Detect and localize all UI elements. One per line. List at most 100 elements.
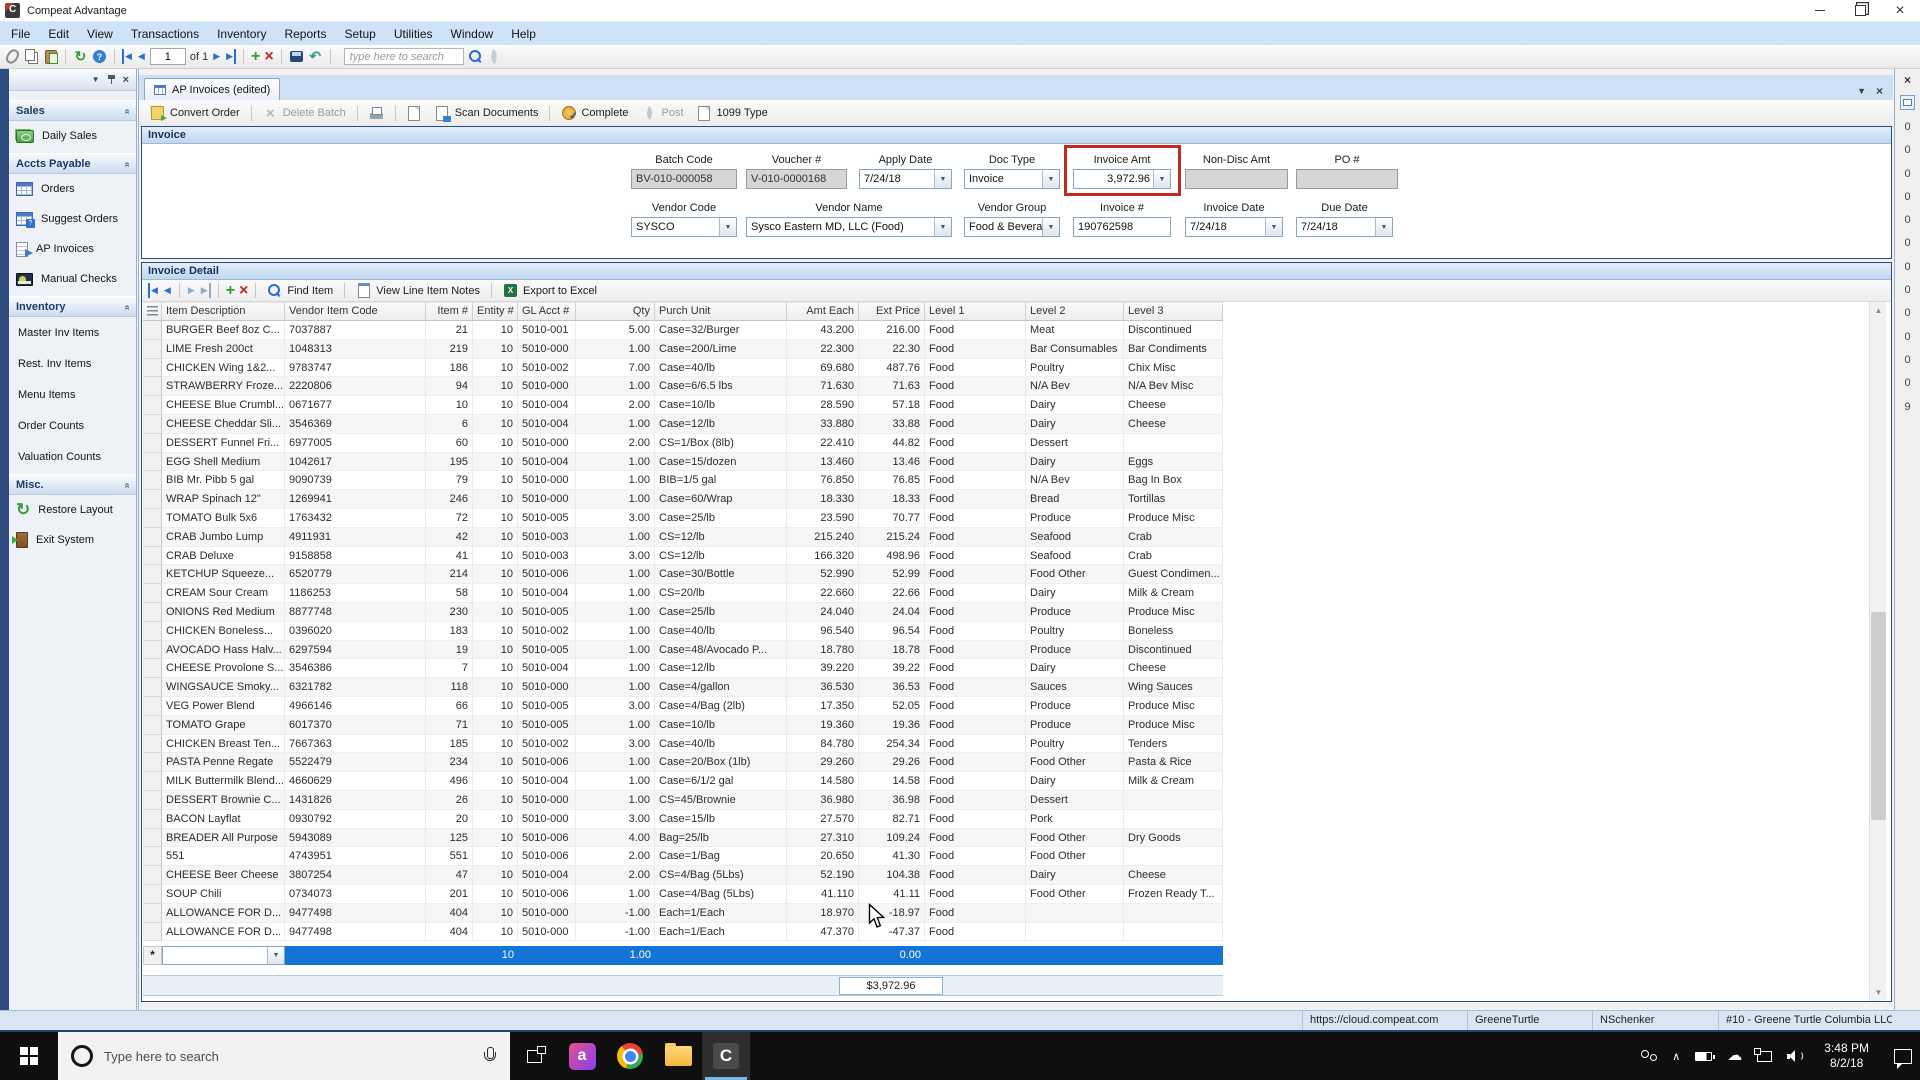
add-record-icon[interactable]: + bbox=[251, 48, 260, 64]
table-row[interactable]: 551 4743951 551 10 5010-006 2.00 Case=1/Bag 20.… bbox=[143, 847, 1223, 867]
battery-icon[interactable] bbox=[1695, 1051, 1715, 1061]
row-selector[interactable] bbox=[143, 772, 162, 791]
first-record-button[interactable]: ◀ bbox=[122, 49, 133, 64]
tab-ap-invoices[interactable]: AP Invoices (edited) bbox=[144, 78, 281, 100]
row-selector[interactable] bbox=[143, 790, 162, 810]
column-header-item[interactable]: Item # bbox=[426, 302, 473, 321]
collapse-chevron-icon[interactable]: « bbox=[122, 109, 133, 113]
row-selector[interactable] bbox=[143, 922, 162, 942]
row-selector[interactable] bbox=[143, 903, 162, 923]
sidebar-item-valuation-counts[interactable]: Valuation Counts bbox=[9, 441, 136, 472]
table-row[interactable]: CHEESE Provolone S... 3546386 7 10 5010-004 1… bbox=[143, 659, 1223, 679]
chevron-down-icon[interactable]: ▼ bbox=[1265, 218, 1282, 236]
table-row[interactable]: ONIONS Red Medium 8877748 230 10 5010-005 1.0… bbox=[143, 602, 1223, 622]
restore-button[interactable] bbox=[1840, 0, 1880, 21]
column-header-entity[interactable]: Entity # bbox=[473, 302, 518, 321]
dock-tab-digit[interactable]: 0 bbox=[1895, 326, 1920, 349]
dock-restore-icon[interactable] bbox=[1900, 95, 1915, 110]
table-row[interactable]: TOMATO Grape 6017370 71 10 5010-005 1.00 Case=… bbox=[143, 715, 1223, 735]
dock-tab-digit[interactable]: 0 bbox=[1895, 186, 1920, 209]
sidebar-item-daily-sales[interactable]: Daily Sales bbox=[9, 121, 136, 151]
row-selector[interactable] bbox=[143, 396, 162, 415]
page-button[interactable] bbox=[402, 104, 427, 123]
close-button[interactable] bbox=[1880, 0, 1920, 21]
table-row[interactable]: TOMATO Bulk 5x6 1763432 72 10 5010-005 3.00 Ca… bbox=[143, 508, 1223, 528]
export-to-excel-button[interactable]: Export to Excel bbox=[499, 282, 601, 299]
menu-item-window[interactable]: Window bbox=[442, 22, 503, 45]
column-header-vendor-item-code[interactable]: Vendor Item Code bbox=[285, 302, 426, 321]
view-line-item-notes-button[interactable]: View Line Item Notes bbox=[352, 282, 484, 299]
table-row[interactable]: WINGSAUCE Smoky... 6321782 118 10 5010-000 1.… bbox=[143, 678, 1223, 697]
sidebar-item-restore-layout[interactable]: Restore Layout bbox=[9, 495, 136, 525]
table-row[interactable]: BURGER Beef 8oz C... 7037887 21 10 5010-001 5… bbox=[143, 321, 1223, 340]
sidebar-section-header-sales[interactable]: Sales « bbox=[9, 100, 136, 121]
collapse-chevron-icon[interactable]: « bbox=[122, 162, 133, 166]
chevron-down-icon[interactable]: ▼ bbox=[1042, 170, 1059, 188]
dock-tab-digit[interactable]: 0 bbox=[1895, 372, 1920, 395]
menu-item-file[interactable]: File bbox=[2, 22, 39, 45]
table-row[interactable]: EGG Shell Medium 1042617 195 10 5010-004 1.00… bbox=[143, 452, 1223, 472]
delete-record-icon[interactable]: × bbox=[264, 48, 273, 64]
chevron-down-icon[interactable]: ▼ bbox=[1042, 218, 1059, 236]
table-row[interactable]: CRAB Deluxe 9158858 41 10 5010-003 3.00 CS=12/… bbox=[143, 546, 1223, 566]
table-row[interactable]: DESSERT Funnel Fri... 6977005 60 10 5010-000… bbox=[143, 433, 1223, 453]
chevron-down-icon[interactable]: ▼ bbox=[1153, 170, 1170, 188]
attach-icon[interactable] bbox=[5, 49, 20, 64]
dock-tab-digit[interactable]: 9 bbox=[1895, 396, 1920, 419]
undo-icon[interactable] bbox=[308, 49, 323, 64]
next-record-button[interactable]: ▶ bbox=[212, 49, 221, 64]
minimize-button[interactable] bbox=[1800, 0, 1840, 21]
sidebar-section-header-inventory[interactable]: Inventory « bbox=[9, 296, 136, 317]
menu-item-view[interactable]: View bbox=[78, 22, 122, 45]
row-selector[interactable] bbox=[143, 377, 162, 397]
scroll-up-icon[interactable]: ▲ bbox=[1870, 302, 1887, 319]
convert-order-button[interactable]: Convert Order bbox=[145, 104, 245, 123]
field-apply-date[interactable]: 7/24/18 ▼ bbox=[859, 169, 952, 189]
table-row[interactable]: CRAB Jumbo Lump 4911931 42 10 5010-003 1.00 CS… bbox=[143, 527, 1223, 547]
dock-tab-digit[interactable]: 0 bbox=[1895, 232, 1920, 255]
task-view-button[interactable] bbox=[510, 1032, 558, 1080]
microphone-icon[interactable] bbox=[484, 1047, 496, 1065]
row-selector[interactable] bbox=[143, 452, 162, 472]
row-selector[interactable] bbox=[143, 715, 162, 735]
field-due-date[interactable]: 7/24/18 ▼ bbox=[1296, 217, 1393, 237]
row-selector[interactable] bbox=[143, 696, 162, 716]
row-selector[interactable] bbox=[143, 640, 162, 660]
sidebar-item-order-counts[interactable]: Order Counts bbox=[9, 410, 136, 441]
chevron-down-icon[interactable]: ▼ bbox=[267, 947, 284, 964]
table-row[interactable]: LIME Fresh 200ct 1048313 219 10 5010-000 1.00… bbox=[143, 339, 1223, 359]
printer-button[interactable] bbox=[364, 104, 389, 123]
filter-icon[interactable] bbox=[487, 49, 502, 64]
sidebar-menu-icon[interactable]: ▼ bbox=[92, 75, 100, 84]
row-selector[interactable] bbox=[143, 866, 162, 885]
table-row[interactable]: VEG Power Blend 4966146 66 10 5010-005 3.00 Ca… bbox=[143, 696, 1223, 716]
row-selector[interactable] bbox=[143, 339, 162, 359]
sidebar-item-ap-invoices[interactable]: AP Invoices bbox=[9, 234, 136, 264]
dock-tab-digit[interactable]: 0 bbox=[1895, 209, 1920, 232]
taskbar-clock[interactable]: 3:48 PM 8/2/18 bbox=[1818, 1041, 1875, 1071]
collapse-chevron-icon[interactable]: « bbox=[122, 483, 133, 487]
menu-item-help[interactable]: Help bbox=[502, 22, 545, 45]
sidebar-item-orders[interactable]: Orders bbox=[9, 174, 136, 204]
volume-icon[interactable] bbox=[1787, 1050, 1804, 1062]
grid-next-button[interactable]: ▶ bbox=[187, 283, 196, 298]
row-selector[interactable] bbox=[143, 659, 162, 679]
field-invoice-amt[interactable]: 3,972.96 ▼ bbox=[1073, 169, 1171, 189]
global-search-input[interactable]: type here to search bbox=[343, 48, 464, 65]
new-row-item-combo[interactable]: ▼ bbox=[162, 946, 285, 965]
start-button[interactable] bbox=[0, 1032, 58, 1080]
dock-tab-digit[interactable]: 0 bbox=[1895, 302, 1920, 325]
table-row[interactable]: PASTA Penne Regate 5522479 234 10 5010-006 1.… bbox=[143, 753, 1223, 773]
sidebar-item-rest-inv-items[interactable]: Rest. Inv Items bbox=[9, 348, 136, 379]
tray-chevron-up-icon[interactable]: ∧ bbox=[1672, 1050, 1680, 1063]
table-row[interactable]: CHEESE Cheddar Sli... 3546369 6 10 5010-004 1… bbox=[143, 414, 1223, 434]
table-row[interactable]: WRAP Spinach 12" 1269941 246 10 5010-000 1.00… bbox=[143, 490, 1223, 509]
previous-record-button[interactable]: ◀ bbox=[137, 49, 146, 64]
table-row[interactable]: SOUP Chili 0734073 201 10 5010-006 1.00 Case=4… bbox=[143, 884, 1223, 904]
sidebar-section-header-misc[interactable]: Misc. « bbox=[9, 474, 136, 495]
tab-list-icon[interactable]: ▼ bbox=[1857, 86, 1866, 96]
table-row[interactable]: MILK Buttermilk Blend... 4660629 496 10 5010… bbox=[143, 772, 1223, 791]
table-row[interactable]: ALLOWANCE FOR D... 9477498 404 10 5010-000 -1… bbox=[143, 903, 1223, 923]
sidebar-item-suggest-orders[interactable]: Suggest Orders bbox=[9, 204, 136, 234]
grid-last-button[interactable]: ▶ bbox=[200, 283, 211, 298]
